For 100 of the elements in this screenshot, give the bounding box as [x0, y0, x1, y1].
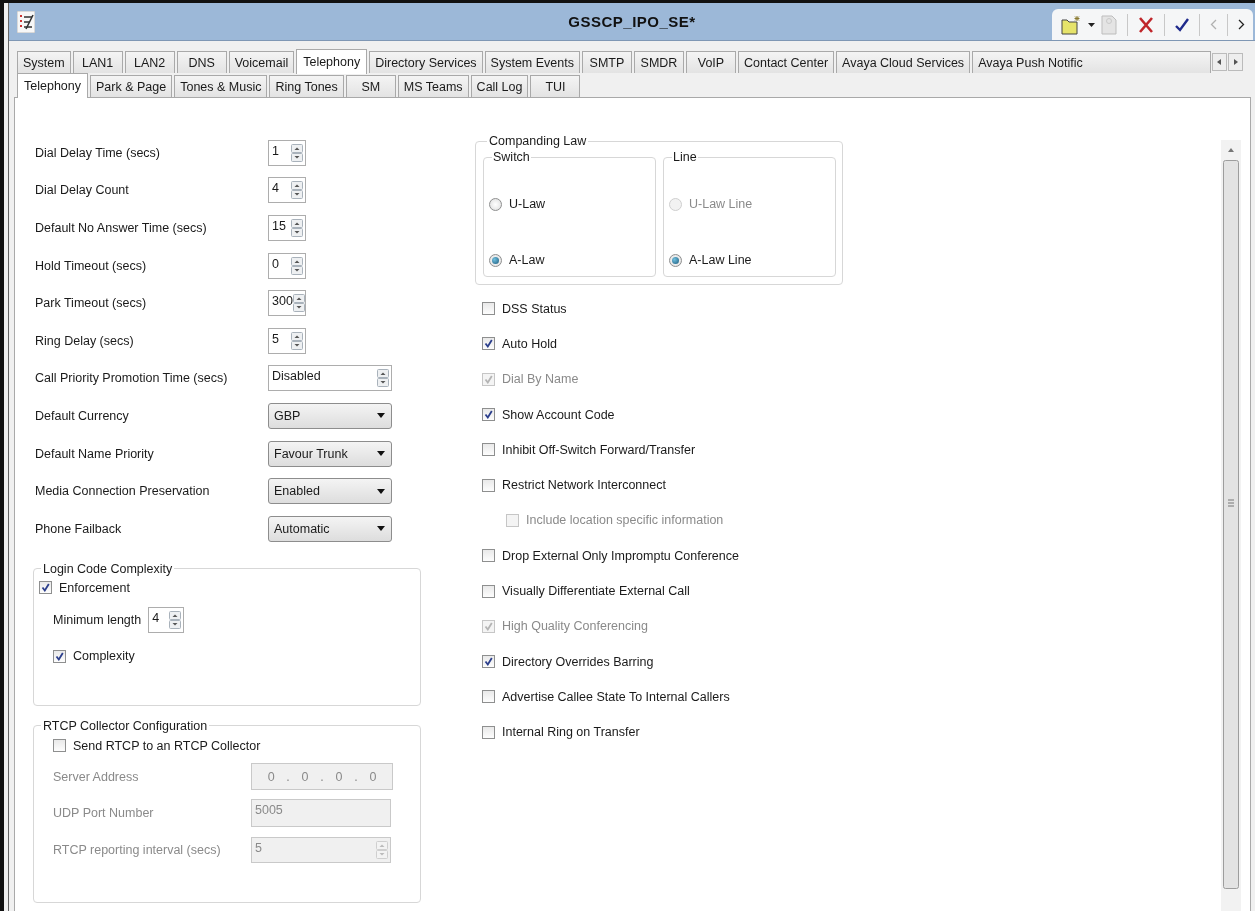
tab[interactable]: SM	[345, 75, 396, 97]
scroll-left-icon[interactable]	[1212, 53, 1227, 71]
tab[interactable]: Avaya Cloud Services	[836, 51, 971, 73]
caret-icon[interactable]	[1088, 22, 1095, 27]
field-label: Phone Failback	[35, 521, 123, 536]
spin-arrows[interactable]	[291, 143, 303, 162]
checkbox-label: Enforcement	[59, 580, 130, 595]
checkbox-label: Auto Hold	[502, 336, 557, 351]
checkbox-label: Internal Ring on Transfer	[502, 725, 640, 740]
checkbox[interactable]	[482, 549, 495, 563]
checkbox-label: Restrict Network Interconnect	[502, 478, 666, 493]
spin-arrows[interactable]	[169, 610, 182, 629]
checkbox[interactable]	[482, 302, 495, 316]
field-label: Media Connection Preservation	[35, 484, 211, 499]
checkbox[interactable]	[53, 739, 66, 753]
field-label: Ring Delay (secs)	[35, 333, 135, 348]
checkbox[interactable]	[53, 649, 66, 663]
field-label: Default No Answer Time (secs)	[35, 221, 208, 235]
spin-field[interactable]: 0	[268, 252, 306, 279]
scroll-right-icon[interactable]	[1228, 53, 1243, 71]
spin-field[interactable]: 4	[148, 606, 185, 633]
dropdown[interactable]: Enabled	[268, 478, 392, 505]
check-icon	[484, 410, 493, 420]
spin-arrows[interactable]	[291, 219, 303, 237]
tab[interactable]: Telephony	[296, 49, 368, 74]
checkbox[interactable]	[482, 408, 495, 422]
check-icon	[484, 339, 493, 349]
radio-label: A-Law	[509, 253, 545, 267]
checkbox-label: Advertise Callee State To Internal Callers	[502, 689, 730, 704]
tab[interactable]: LAN2	[124, 51, 175, 73]
spin-field[interactable]: 1	[268, 139, 306, 166]
spin-field[interactable]: 300	[268, 290, 306, 317]
tab[interactable]: Telephony	[17, 73, 88, 98]
tab[interactable]: Contact Center	[738, 51, 835, 73]
dropdown[interactable]: GBP	[268, 402, 392, 429]
tab[interactable]: Park & Page	[90, 75, 173, 97]
tab[interactable]: System	[17, 51, 71, 73]
spin-arrows[interactable]	[291, 181, 303, 200]
spin-field[interactable]: 15	[268, 215, 306, 241]
checkbox[interactable]	[482, 690, 495, 704]
check-icon	[484, 657, 493, 667]
dropdown[interactable]: Favour Trunk	[268, 440, 392, 467]
field-label: UDP Port Number	[53, 805, 155, 820]
scrollbar[interactable]	[1221, 140, 1241, 911]
tab[interactable]: System Events	[484, 51, 580, 73]
spin-field[interactable]: Disabled	[268, 365, 392, 392]
tab[interactable]: Avaya Push Notific	[972, 51, 1211, 73]
tab[interactable]: MS Teams	[397, 75, 469, 97]
group-title: Companding Law	[488, 134, 588, 148]
radio-button[interactable]	[489, 253, 502, 267]
checkbox-label: High Quality Conferencing	[502, 619, 648, 634]
checkbox-label: Visually Differentiate External Call	[502, 584, 690, 598]
tab[interactable]: Call Log	[470, 75, 529, 97]
app-icon	[17, 10, 35, 33]
spin-arrows[interactable]	[377, 369, 389, 388]
dropdown[interactable]: Automatic	[268, 515, 392, 542]
tab[interactable]: Voicemail	[228, 51, 295, 73]
checkbox-label: Show Account Code	[502, 407, 615, 422]
checkbox[interactable]	[39, 581, 52, 595]
checkmark-icon[interactable]	[1175, 17, 1189, 32]
chevron-right-icon[interactable]	[1238, 19, 1245, 30]
ip-address-field: 0 . 0 . 0 . 0	[251, 763, 393, 791]
checkbox[interactable]	[482, 725, 495, 739]
tab[interactable]: LAN1	[72, 51, 123, 73]
checkbox[interactable]	[482, 478, 495, 492]
tab[interactable]: VoIP	[686, 51, 736, 73]
field-label: Call Priority Promotion Time (secs)	[35, 371, 229, 386]
spin-arrows[interactable]	[291, 331, 303, 350]
tab[interactable]: DNS	[176, 51, 227, 73]
tab[interactable]: SMTP	[582, 51, 632, 73]
field-label: Park Timeout (secs)	[35, 296, 148, 311]
tab[interactable]: TUI	[530, 75, 581, 97]
checkbox[interactable]	[482, 443, 495, 457]
spin-arrows[interactable]	[291, 256, 303, 275]
check-icon	[41, 583, 50, 593]
caret-icon	[377, 451, 385, 457]
field-label: Dial Delay Time (secs)	[35, 145, 162, 160]
checkbox-label: Send RTCP to an RTCP Collector	[73, 738, 261, 753]
field-label: Default Currency	[35, 408, 130, 423]
spin-field[interactable]: 4	[268, 177, 306, 204]
tab[interactable]: SMDR	[634, 51, 684, 73]
caret-icon	[377, 488, 385, 494]
group-title: Login Code Complexity	[42, 561, 174, 576]
radio-button[interactable]	[489, 197, 502, 211]
checkbox[interactable]	[482, 655, 495, 669]
folder-icon[interactable]	[1060, 13, 1082, 36]
checkbox-label: DSS Status	[502, 301, 567, 316]
field-label: Default Name Priority	[35, 446, 155, 461]
checkbox-label: Directory Overrides Barring	[502, 654, 654, 669]
checkbox[interactable]	[482, 584, 495, 598]
spin-field[interactable]: 5	[268, 327, 306, 354]
tab[interactable]: Directory Services	[369, 51, 483, 73]
tab[interactable]: Tones & Music	[174, 75, 268, 97]
radio-button[interactable]	[669, 253, 682, 267]
checkbox[interactable]	[482, 337, 495, 351]
checkbox-label: Inhibit Off-Switch Forward/Transfer	[502, 442, 696, 457]
spin-arrows[interactable]	[292, 294, 305, 313]
close-icon[interactable]	[1138, 15, 1154, 34]
tab[interactable]: Ring Tones	[269, 75, 344, 97]
radio-label: U-Law	[509, 197, 546, 211]
